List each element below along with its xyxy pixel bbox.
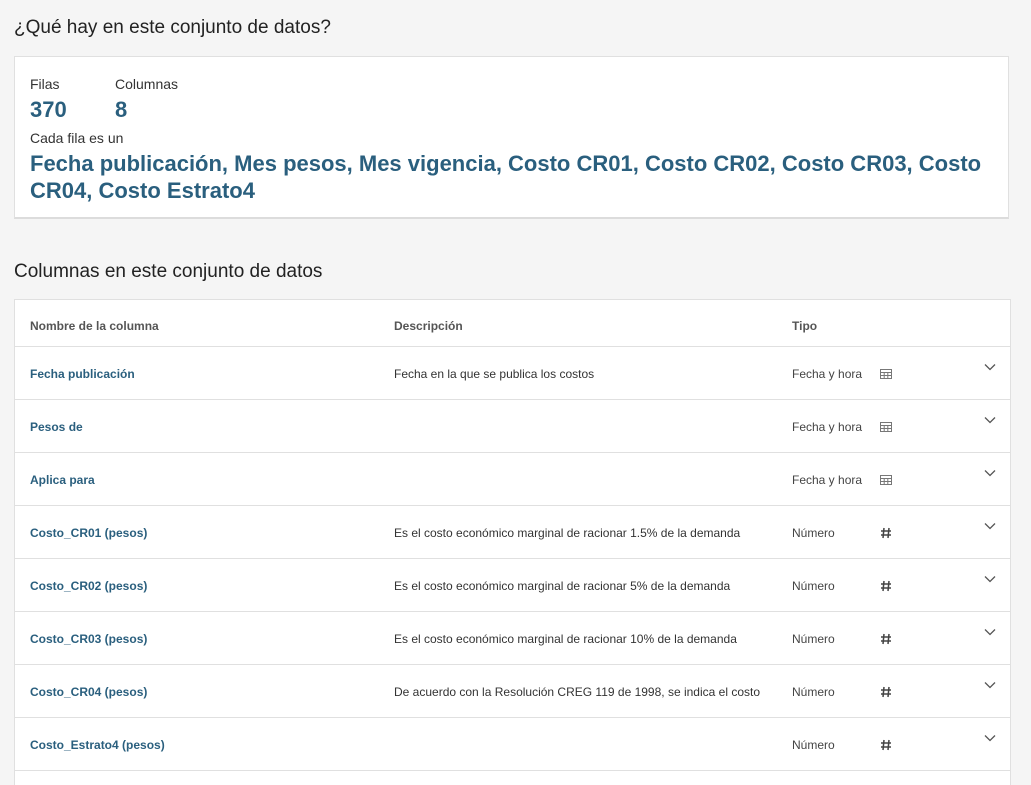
- column-type: Fecha y hora: [792, 420, 863, 434]
- columns-section-title: Columnas en este conjunto de datos: [14, 261, 323, 282]
- column-name[interactable]: Costo_CR01 (pesos): [30, 526, 147, 540]
- column-type: Número: [792, 685, 835, 699]
- table-header: Nombre de la columna Descripción Tipo: [15, 300, 1010, 347]
- column-type: Fecha y hora: [792, 367, 863, 381]
- calendar-icon: [879, 473, 893, 487]
- column-description: De acuerdo con la Resolución CREG 119 de…: [394, 685, 760, 699]
- column-name[interactable]: Costo_CR04 (pesos): [30, 685, 147, 699]
- header-column-name: Nombre de la columna: [30, 319, 159, 333]
- chevron-down-icon[interactable]: [983, 625, 997, 639]
- rows-count: 370: [30, 97, 67, 122]
- chevron-down-icon[interactable]: [983, 572, 997, 586]
- number-icon: [879, 632, 893, 646]
- table-row[interactable]: Pesos de Fecha y hora: [15, 400, 1010, 453]
- column-name[interactable]: Aplica para: [30, 473, 95, 487]
- table-row[interactable]: Costo_Estrato4 (pesos) Número: [15, 718, 1010, 771]
- table-row[interactable]: Costo_CR04 (pesos) De acuerdo con la Reso…: [15, 665, 1010, 718]
- chevron-down-icon[interactable]: [983, 413, 997, 427]
- column-name[interactable]: Costo_CR03 (pesos): [30, 632, 147, 646]
- chevron-down-icon[interactable]: [983, 360, 997, 374]
- number-icon: [879, 526, 893, 540]
- column-type: Número: [792, 738, 835, 752]
- overview-card: Filas 370 Columnas 8 Cada fila es un Fec…: [14, 56, 1009, 219]
- column-name[interactable]: Costo_CR02 (pesos): [30, 579, 147, 593]
- column-type: Fecha y hora: [792, 473, 863, 487]
- columns-count: 8: [115, 97, 128, 122]
- header-type: Tipo: [792, 319, 818, 333]
- overview-title: ¿Qué hay en este conjunto de datos?: [14, 17, 331, 38]
- calendar-icon: [879, 367, 893, 381]
- chevron-down-icon[interactable]: [983, 519, 997, 533]
- column-type: Número: [792, 579, 835, 593]
- calendar-icon: [879, 420, 893, 434]
- page: ¿Qué hay en este conjunto de datos? Fila…: [0, 0, 1031, 785]
- table-row[interactable]: Fecha publicación Fecha en la que se publ…: [15, 347, 1010, 400]
- columns-table: Nombre de la columna Descripción Tipo Fe…: [14, 299, 1011, 785]
- table-row[interactable]: Costo_CR02 (pesos) Es el costo económico …: [15, 559, 1010, 612]
- chevron-down-icon[interactable]: [983, 731, 997, 745]
- chevron-down-icon[interactable]: [983, 678, 997, 692]
- column-description: Es el costo económico marginal de racion…: [394, 632, 737, 646]
- column-name[interactable]: Pesos de: [30, 420, 83, 434]
- columns-label: Columnas: [115, 76, 179, 92]
- number-icon: [879, 685, 893, 699]
- column-name[interactable]: Fecha publicación: [30, 367, 135, 381]
- column-type: Número: [792, 526, 835, 540]
- table-row[interactable]: Aplica para Fecha y hora: [15, 453, 1010, 506]
- table-row[interactable]: Costo_CR01 (pesos) Es el costo económico …: [15, 506, 1010, 559]
- column-name[interactable]: Costo_Estrato4 (pesos): [30, 738, 165, 752]
- chevron-down-icon[interactable]: [983, 466, 997, 480]
- row-description-value: Fecha publicación, Mes pesos, Mes vigenc…: [30, 151, 982, 203]
- header-description: Descripción: [394, 319, 463, 333]
- column-description: Es el costo económico marginal de racion…: [394, 526, 741, 540]
- row-description-label: Cada fila es un: [30, 130, 124, 146]
- number-icon: [879, 579, 893, 593]
- column-description: Fecha en la que se publica los costos: [394, 367, 595, 381]
- table-row[interactable]: Costo_CR03 (pesos) Es el costo económico …: [15, 612, 1010, 665]
- column-description: Es el costo económico marginal de racion…: [394, 579, 731, 593]
- number-icon: [879, 738, 893, 752]
- column-type: Número: [792, 632, 835, 646]
- rows-label: Filas: [30, 76, 60, 92]
